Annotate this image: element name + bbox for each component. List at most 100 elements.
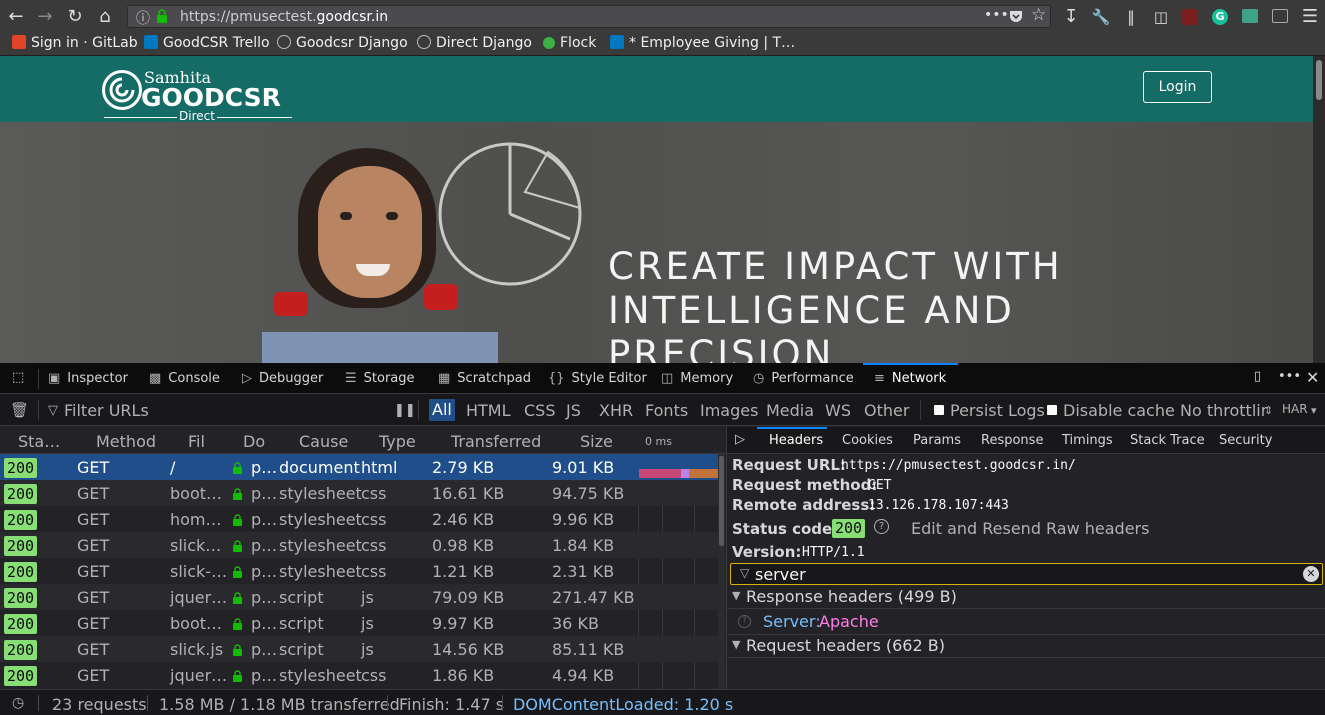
bookmark-direct-django[interactable]: Direct Django (417, 35, 532, 51)
pocket-icon[interactable] (1008, 8, 1024, 24)
pause-icon[interactable]: ❚❚ (394, 403, 416, 418)
element-picker-icon[interactable]: ⬚ (12, 370, 24, 385)
screenshot-icon[interactable] (1272, 9, 1288, 23)
table-row[interactable]: 200 GET / p… document html 2.79 KB 9.01 KB (0, 454, 725, 480)
filter-media[interactable]: Media (766, 401, 814, 420)
table-row[interactable]: 200 GET slick-… p… stylesheet css 1.21 KB 2.31 … (0, 558, 725, 584)
toggle-panel-icon[interactable]: ▷ (735, 432, 745, 447)
col-status[interactable]: Sta… (18, 432, 60, 451)
bookmark-gitlab[interactable]: Sign in · GitLab (12, 35, 138, 51)
page-scrollbar[interactable] (1313, 56, 1325, 363)
table-row[interactable]: 200 GET boot… p… script js 9.97 KB 36 KB (0, 610, 725, 636)
col-size[interactable]: Size (580, 432, 613, 451)
col-domain[interactable]: Do (243, 432, 265, 451)
tab-timings[interactable]: Timings (1062, 433, 1113, 448)
table-row[interactable]: 200 GET slick… p… stylesheet css 0.98 KB 1.84 K… (0, 532, 725, 558)
clear-filter-icon[interactable]: ✕ (1303, 566, 1319, 582)
forward-icon[interactable]: → (34, 6, 56, 28)
persist-logs-checkbox[interactable] (934, 405, 944, 415)
bookmark-employee-giving[interactable]: * Employee Giving | T… (610, 35, 795, 51)
home-icon[interactable]: ⌂ (94, 6, 116, 28)
extension-icon[interactable] (1182, 9, 1198, 25)
har-menu[interactable]: HAR (1282, 402, 1308, 416)
tab-headers[interactable]: Headers (769, 433, 823, 448)
info-icon[interactable]: ⓘ (136, 8, 150, 28)
col-transferred[interactable]: Transferred (451, 432, 541, 451)
tab-scratchpad[interactable]: ▦ Scratchpad (438, 371, 531, 386)
filter-urls-input[interactable]: Filter URLs (64, 401, 149, 420)
col-method[interactable]: Method (96, 432, 156, 451)
tab-label: Inspector (67, 371, 128, 386)
tab-inspector[interactable]: ▣ Inspector (48, 371, 128, 386)
remote-address-value: 13.126.178.107:443 (868, 498, 1009, 513)
tab-console[interactable]: ▩ Console (149, 371, 220, 386)
disable-cache-checkbox[interactable] (1047, 405, 1057, 415)
col-waterfall[interactable]: 0 ms (645, 435, 672, 448)
tab-storage[interactable]: ☰ Storage (345, 371, 415, 386)
table-row[interactable]: 200 GET boot… p… stylesheet css 16.61 KB 94.75 … (0, 480, 725, 506)
tab-security[interactable]: Security (1219, 433, 1272, 448)
list-scroll-thumb[interactable] (719, 456, 724, 546)
tab-params[interactable]: Params (913, 433, 961, 448)
login-button[interactable]: Login (1143, 71, 1212, 103)
performance-analysis-icon[interactable]: ◷ (12, 695, 24, 711)
filter-other[interactable]: Other (864, 401, 909, 420)
url-bar[interactable]: ⓘ https://pmusectest.goodcsr.in ••• ☆ (127, 5, 1051, 28)
tab-style-editor[interactable]: {} Style Editor (548, 371, 647, 386)
response-headers-section[interactable]: ▼ Response headers (499 B) (727, 587, 1325, 609)
bookmark-star-icon[interactable]: ☆ (1031, 5, 1046, 25)
back-icon[interactable]: ← (5, 6, 27, 28)
reload-icon[interactable]: ↻ (64, 6, 86, 28)
filter-xhr[interactable]: XHR (599, 401, 633, 420)
table-row[interactable]: 200 GET hom… p… stylesheet css 2.46 KB 9.96 KB (0, 506, 725, 532)
trash-icon[interactable]: 🗑 (10, 401, 29, 419)
sidebar-icon[interactable]: ◫ (1150, 6, 1172, 28)
request-headers-section[interactable]: ▼ Request headers (662 B) (727, 634, 1325, 658)
filter-html[interactable]: HTML (466, 401, 511, 420)
tab-stack-trace[interactable]: Stack Trace (1130, 433, 1205, 448)
filter-js[interactable]: JS (566, 401, 581, 420)
table-row[interactable]: 200 GET jquer… p… stylesheet css 1.86 KB 4.94 K… (0, 662, 725, 688)
library-icon[interactable]: ‖ (1120, 6, 1142, 28)
request-method-value: GET (868, 478, 892, 493)
col-type[interactable]: Type (379, 432, 416, 451)
filter-all[interactable]: All (429, 399, 455, 421)
hero-line-2: INTELLIGENCE AND (608, 289, 1015, 332)
dock-icon[interactable]: ▯ (1254, 369, 1261, 384)
edit-resend-button[interactable]: Edit and Resend (911, 519, 1041, 538)
tab-performance[interactable]: ◷ Performance (753, 371, 854, 386)
menu-icon[interactable]: ☰ (1299, 6, 1321, 28)
table-row[interactable]: 200 GET jquer… p… script js 79.09 KB 271.47 KB (0, 584, 725, 610)
grammarly-icon[interactable]: G (1212, 9, 1228, 25)
wrench-icon[interactable]: 🔧 (1090, 6, 1112, 28)
help-icon[interactable]: ? (874, 519, 889, 534)
page-actions-icon[interactable]: ••• (984, 7, 1009, 23)
bookmark-flock[interactable]: Flock (543, 35, 596, 51)
page-scroll-thumb[interactable] (1316, 60, 1322, 100)
table-row[interactable]: 200 GET slick.js p… script js 14.56 KB 85.11 KB (0, 636, 725, 662)
more-options-icon[interactable]: ••• (1278, 369, 1301, 384)
headers-filter-input[interactable]: ▽ server ✕ (730, 563, 1323, 585)
bookmark-trello[interactable]: GoodCSR Trello (144, 35, 270, 51)
tab-network[interactable]: ≡ Network (874, 371, 946, 386)
tab-cookies[interactable]: Cookies (842, 433, 893, 448)
tab-debugger[interactable]: ▷ Debugger (242, 371, 323, 386)
tab-memory[interactable]: ◫ Memory (661, 371, 733, 386)
filter-css[interactable]: CSS (524, 401, 555, 420)
col-file[interactable]: Fil (188, 432, 205, 451)
throttling-select[interactable]: No throttlir (1180, 401, 1267, 420)
request-method: GET (77, 614, 110, 633)
filter-ws[interactable]: WS (825, 401, 851, 420)
list-scrollbar[interactable] (718, 454, 725, 689)
raw-headers-toggle[interactable]: Raw headers (1046, 519, 1149, 538)
col-cause[interactable]: Cause (299, 432, 348, 451)
mail-extension-icon[interactable] (1242, 9, 1258, 23)
tab-response[interactable]: Response (981, 433, 1043, 448)
header-help-icon[interactable]: ? (738, 615, 751, 628)
close-devtools-icon[interactable]: ✕ (1306, 368, 1319, 387)
filter-images[interactable]: Images (700, 401, 758, 420)
download-icon[interactable]: ↧ (1060, 6, 1082, 28)
filter-fonts[interactable]: Fonts (645, 401, 688, 420)
bookmark-goodcsr-django[interactable]: Goodcsr Django (277, 35, 408, 51)
goodcsr-logo-icon[interactable] (102, 70, 142, 110)
